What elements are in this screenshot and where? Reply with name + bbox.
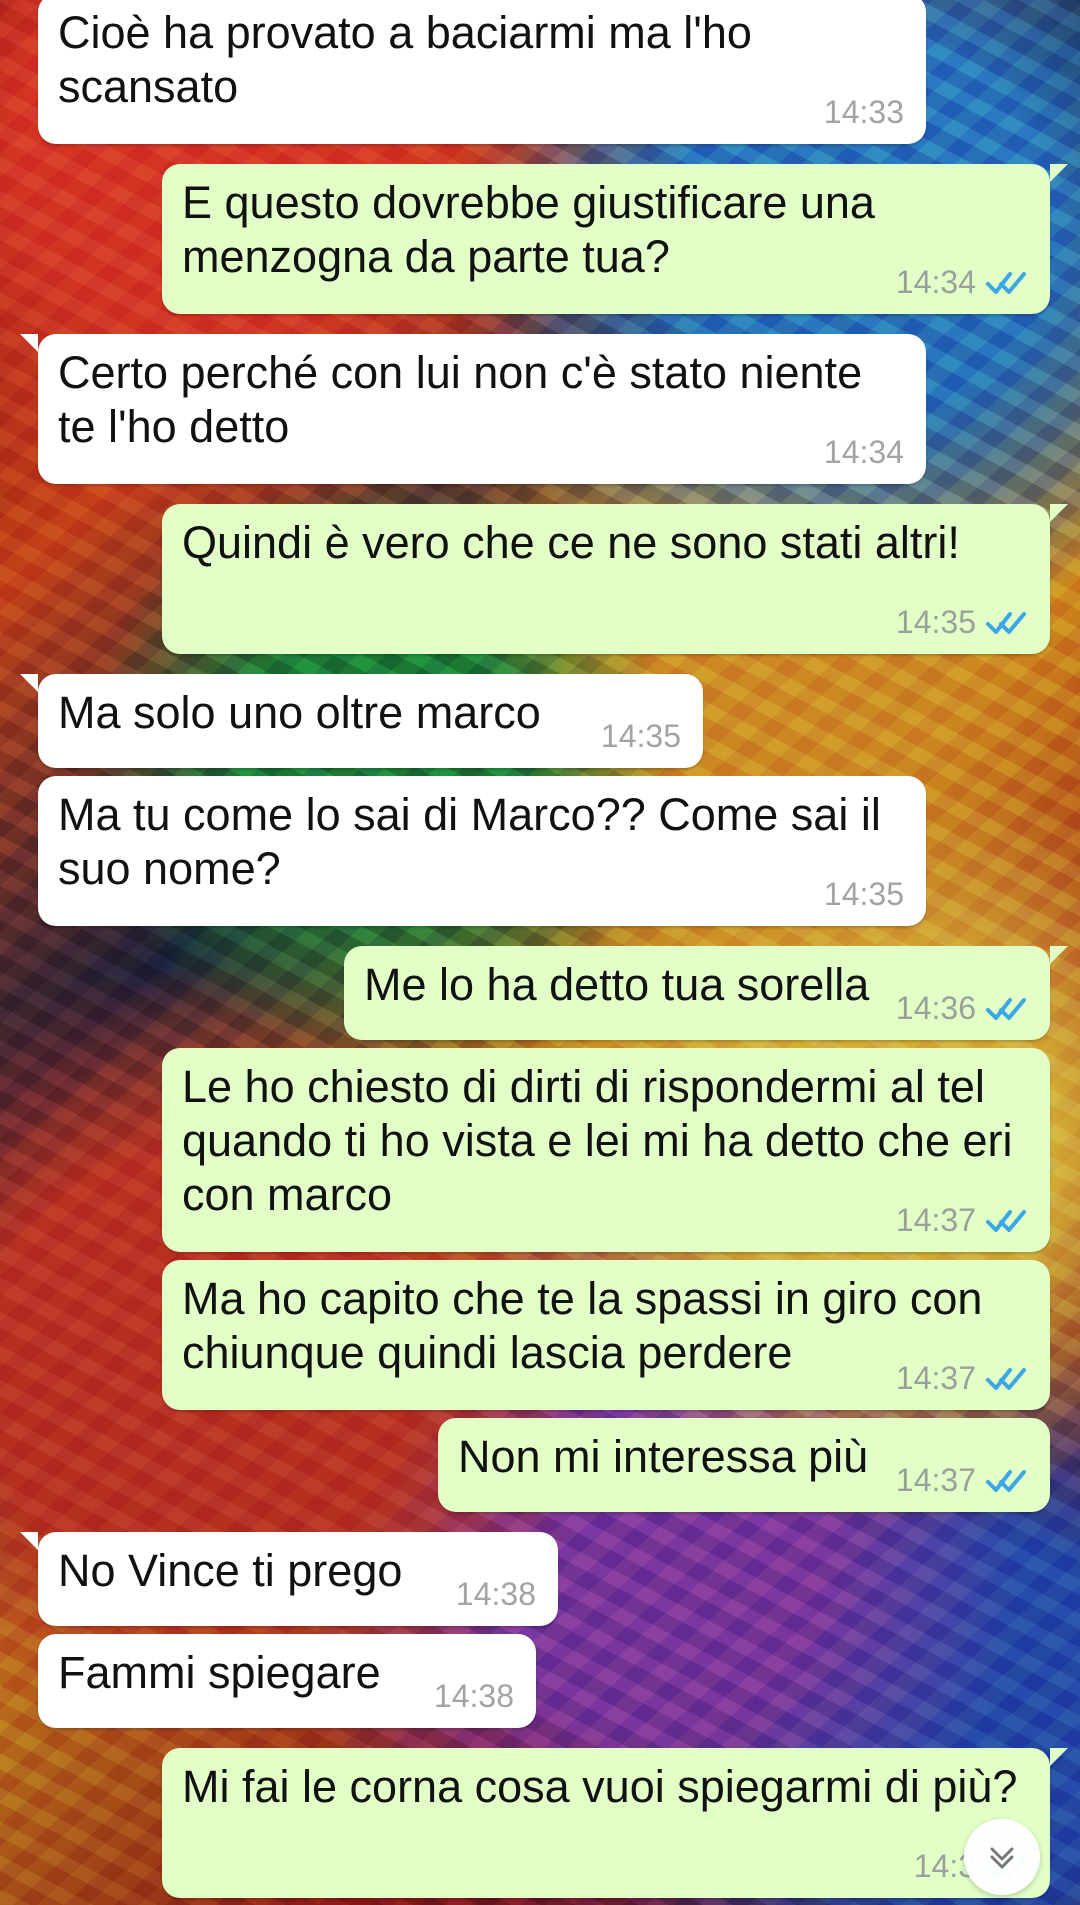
outgoing-message-3[interactable]: Me lo ha detto tua sorella 14:36: [344, 946, 1068, 1040]
message-text: Ma tu come lo sai di Marco?? Come sai il…: [58, 789, 881, 894]
message-meta: 14:37: [896, 1202, 1028, 1238]
outgoing-message-5[interactable]: Ma ho capito che te la spassi in giro co…: [162, 1260, 1050, 1410]
incoming-message-5[interactable]: No Vince ti prego 14:38: [20, 1532, 558, 1626]
message-meta: 14:34: [896, 264, 1028, 300]
outgoing-message-1[interactable]: E questo dovrebbe giustificare una menzo…: [162, 164, 1068, 314]
incoming-message-3[interactable]: Ma solo uno oltre marco 14:35: [20, 674, 703, 768]
message-text: Le ho chiesto di dirti di rispondermi al…: [182, 1061, 1013, 1220]
outgoing-message-4[interactable]: Le ho chiesto di dirti di rispondermi al…: [162, 1048, 1050, 1252]
message-text: Cioè ha provato a baciarmi ma l'ho scans…: [58, 7, 752, 112]
scroll-down-button[interactable]: [964, 1819, 1040, 1895]
message-time: 14:35: [895, 604, 976, 640]
outgoing-message-2[interactable]: Quindi è vero che ce ne sono stati altri…: [162, 504, 1068, 654]
message-meta: 14:38: [434, 1678, 514, 1714]
message-meta: 14:36: [896, 990, 1028, 1026]
message-time: 14:37: [895, 1462, 976, 1498]
double-check-icon: [986, 1368, 1026, 1390]
message-time: 14:34: [823, 434, 904, 470]
double-check-icon: [986, 1210, 1026, 1232]
message-meta: 14:35: [896, 604, 1028, 640]
incoming-message-1[interactable]: Cioè ha provato a baciarmi ma l'ho scans…: [38, 0, 926, 144]
message-meta: 14:37: [896, 1360, 1028, 1396]
outgoing-message-7[interactable]: Mi fai le corna cosa vuoi spiegarmi di p…: [162, 1748, 1068, 1898]
message-time: 14:38: [433, 1678, 514, 1714]
message-meta: 14:33: [824, 94, 904, 130]
message-meta: 14:34: [824, 434, 904, 470]
message-time: 14:35: [600, 718, 681, 754]
double-check-icon: [986, 612, 1026, 634]
chevrons-down-icon: [990, 1847, 1014, 1869]
message-meta: 14:37: [896, 1462, 1028, 1498]
chat-thread: Cioè ha provato a baciarmi ma l'ho scans…: [0, 0, 1080, 1905]
double-check-icon: [986, 1470, 1026, 1492]
message-time: 14:33: [823, 94, 904, 130]
incoming-message-2[interactable]: Certo perché con lui non c'è stato nient…: [20, 334, 926, 484]
message-meta: 14:35: [601, 718, 681, 754]
message-text: Ma solo uno oltre marco: [58, 687, 541, 738]
message-meta: 14:38: [456, 1576, 536, 1612]
outgoing-message-6[interactable]: Non mi interessa più 14:37: [438, 1418, 1050, 1512]
message-time: 14:35: [823, 876, 904, 912]
message-time: 14:38: [455, 1576, 536, 1612]
message-time: 14:34: [895, 264, 976, 300]
message-text: Quindi è vero che ce ne sono stati altri…: [182, 517, 960, 568]
message-meta: 14:35: [824, 876, 904, 912]
incoming-message-6[interactable]: Fammi spiegare 14:38: [38, 1634, 536, 1728]
message-text: Mi fai le corna cosa vuoi spiegarmi di p…: [182, 1761, 1018, 1812]
double-check-icon: [986, 272, 1026, 294]
message-time: 14:37: [895, 1360, 976, 1396]
incoming-message-4[interactable]: Ma tu come lo sai di Marco?? Come sai il…: [38, 776, 926, 926]
message-text: Certo perché con lui non c'è stato nient…: [58, 347, 863, 452]
double-check-icon: [986, 998, 1026, 1020]
message-time: 14:36: [895, 990, 976, 1026]
message-time: 14:37: [895, 1202, 976, 1238]
